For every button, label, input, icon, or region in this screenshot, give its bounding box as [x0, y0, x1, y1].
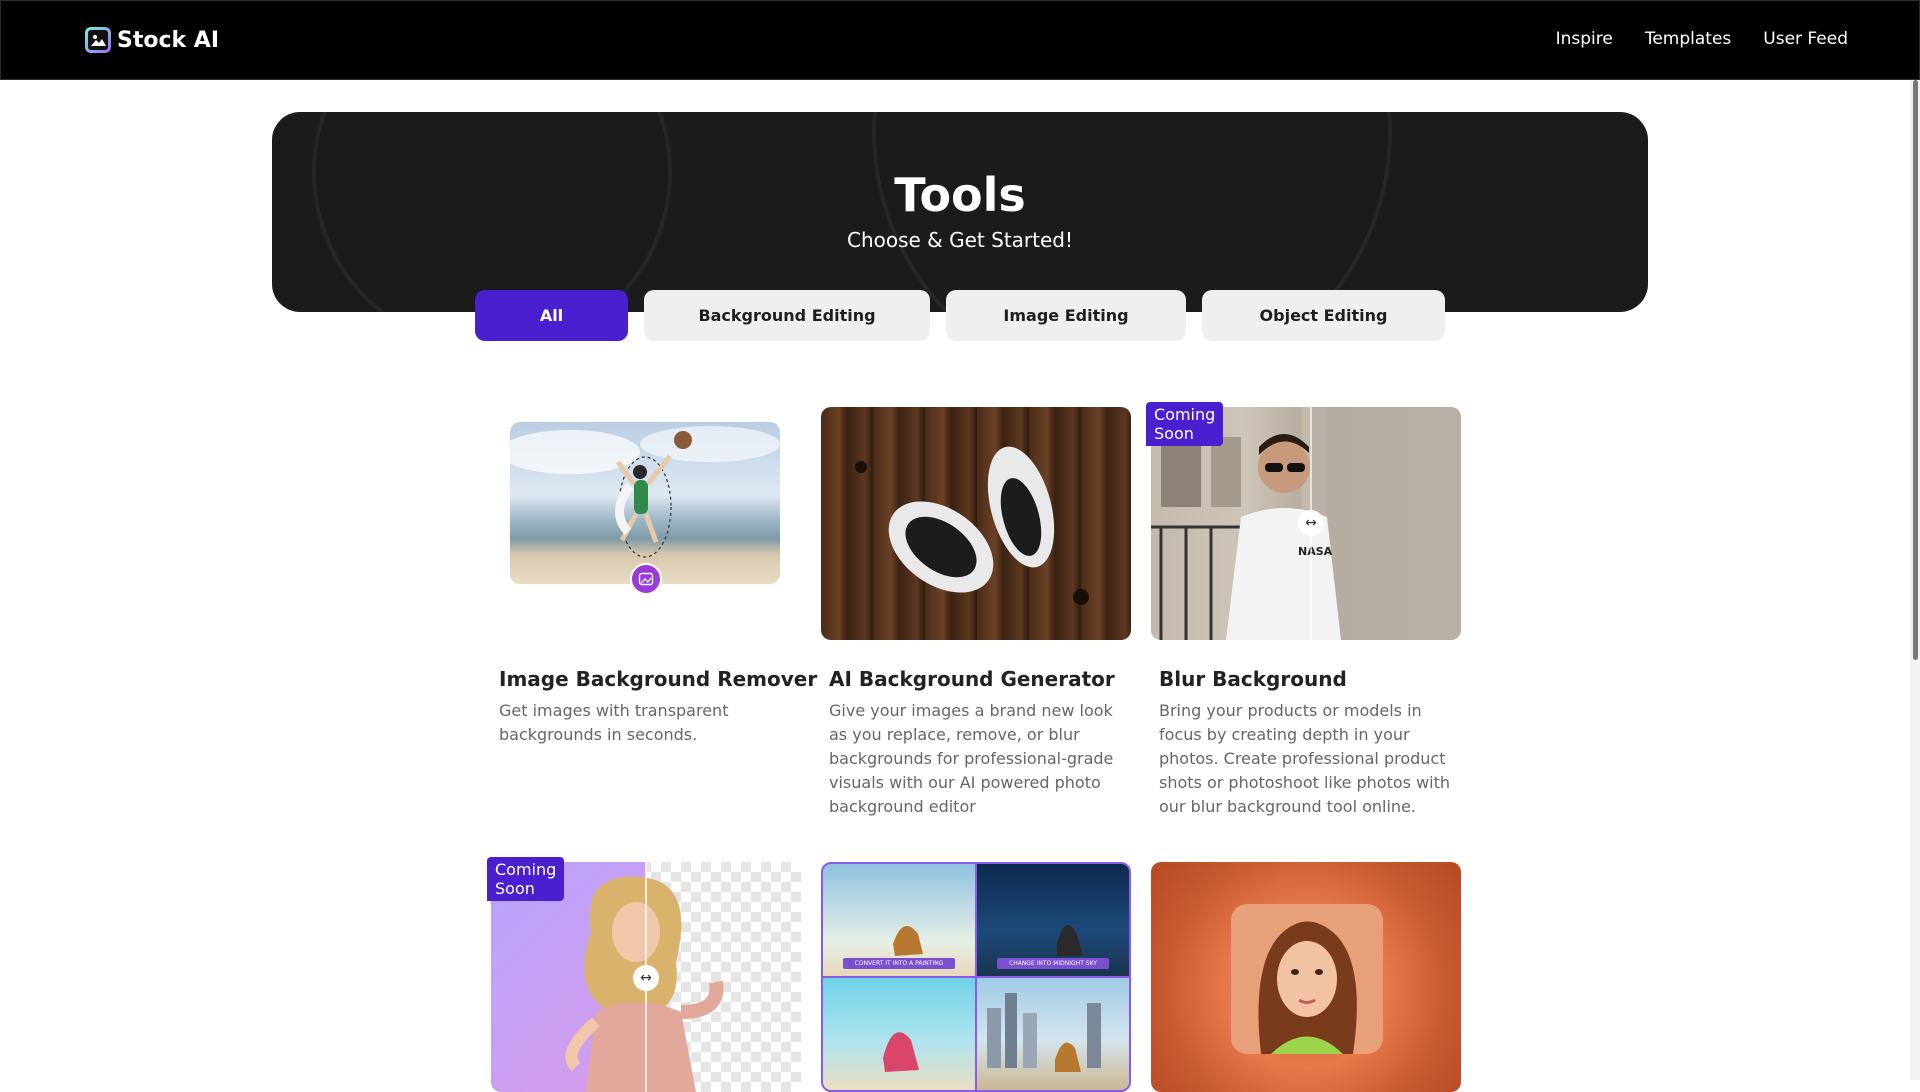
bg-remover-thumbnail [510, 422, 780, 584]
nav-templates[interactable]: Templates [1645, 29, 1731, 49]
page-title: Tools [894, 168, 1026, 222]
image-icon [630, 563, 662, 595]
page-scrollbar[interactable] [1910, 80, 1920, 1080]
panel-caption: CONVERT IT INTO A PAINTING [854, 960, 944, 967]
tab-all[interactable]: All [475, 290, 628, 341]
compare-slider-handle[interactable]: ↔ [633, 965, 659, 991]
tab-object-editing[interactable]: Object Editing [1202, 290, 1445, 341]
page-subtitle: Choose & Get Started! [846, 228, 1074, 252]
card-title[interactable]: Blur Background [1159, 667, 1347, 691]
svg-text:NASA: NASA [1298, 545, 1333, 558]
compare-slider-handle[interactable]: ↔ [1298, 510, 1324, 536]
main-nav: Inspire Templates User Feed [1556, 29, 1848, 49]
card-description: Get images with transparent backgrounds … [499, 701, 729, 744]
panel-city [977, 978, 1129, 1090]
tools-hero: Tools Choose & Get Started! [272, 112, 1648, 312]
dog-grid-thumbnail: CONVERT IT INTO A PAINTING CHANGE INTO M… [821, 862, 1131, 1092]
sneakers-photo [855, 446, 1089, 605]
panel-caption: CHANGE INTO MIDNIGHT SKY [1009, 960, 1097, 967]
card-description: Bring your products or models in focus b… [1159, 701, 1451, 816]
card-description: Give your images a brand new look as you… [829, 701, 1114, 816]
tab-image-editing[interactable]: Image Editing [946, 290, 1186, 341]
tab-background-editing[interactable]: Background Editing [644, 290, 930, 341]
nav-inspire[interactable]: Inspire [1556, 29, 1613, 49]
coming-soon-badge: Coming Soon [487, 857, 565, 901]
card-title[interactable]: AI Background Generator [829, 667, 1115, 691]
bg-generator-thumbnail [821, 407, 1131, 640]
woman-portrait [1258, 921, 1357, 1054]
image-icon [85, 27, 111, 53]
portrait-thumbnail [1151, 862, 1461, 1092]
portrait-frame [1231, 904, 1383, 1054]
card-title[interactable]: Image Background Remover [499, 667, 817, 691]
panel-midnight: CHANGE INTO MIDNIGHT SKY [977, 864, 1129, 976]
scrollbar-thumb[interactable] [1913, 80, 1918, 660]
panel-pink-dog [823, 978, 975, 1090]
coming-soon-badge: Coming Soon [1146, 402, 1224, 446]
nav-user-feed[interactable]: User Feed [1763, 29, 1848, 49]
top-navbar: Stock AI Inspire Templates User Feed [0, 0, 1920, 80]
beach-scene [510, 426, 780, 558]
panel-painting: CONVERT IT INTO A PAINTING [823, 864, 975, 976]
brand-logo[interactable]: Stock AI [85, 27, 219, 53]
brand-name: Stock AI [117, 27, 220, 53]
